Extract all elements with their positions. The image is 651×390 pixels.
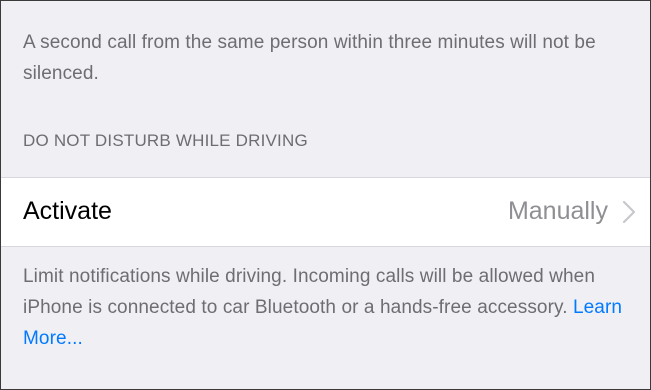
- dnd-settings-screen: A second call from the same person withi…: [0, 0, 651, 390]
- activate-row[interactable]: Activate Manually: [1, 177, 650, 247]
- activate-value: Manually: [507, 197, 608, 225]
- activate-label: Activate: [23, 197, 112, 225]
- repeated-calls-note: A second call from the same person withi…: [23, 32, 596, 84]
- driving-note-text: Limit notifications while driving. Incom…: [23, 266, 595, 318]
- driving-section-header: DO NOT DISTURB WHILE DRIVING: [23, 131, 308, 150]
- driving-note-container: Limit notifications while driving. Incom…: [23, 261, 636, 354]
- chevron-right-icon: [622, 200, 636, 224]
